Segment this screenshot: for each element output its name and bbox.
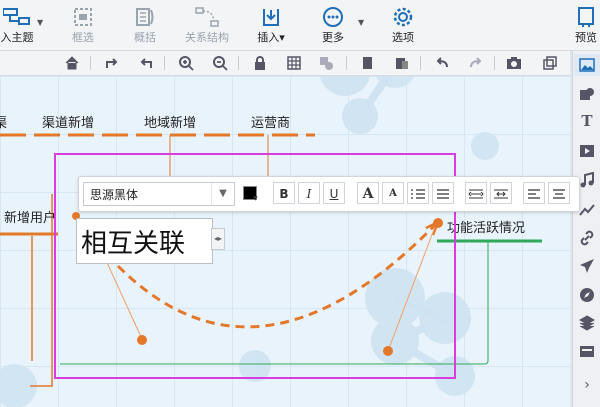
chevron-down-icon[interactable]: ▼: [37, 18, 43, 27]
divider: [90, 56, 91, 70]
more-icon: [323, 7, 343, 27]
font-family-value: 思源黑体: [90, 188, 139, 202]
letter-spacing-button[interactable]: [465, 182, 487, 204]
plane-icon[interactable]: [579, 258, 595, 274]
paste-icon[interactable]: [394, 55, 410, 71]
align-center-button[interactable]: [548, 182, 570, 204]
node-new-users[interactable]: 新增用户: [4, 207, 56, 226]
font-color-button[interactable]: ▼: [239, 182, 261, 204]
copy-icon[interactable]: [360, 55, 376, 71]
zoom-out-icon[interactable]: [212, 55, 228, 71]
preview-icon: [578, 7, 594, 27]
preview-button[interactable]: 预览: [566, 4, 600, 48]
frame-select-button[interactable]: 框选: [66, 4, 100, 48]
frame-select-icon: [74, 8, 92, 26]
font-family-select[interactable]: 思源黑体 ▼: [83, 182, 235, 206]
resize-handle[interactable]: ◂▸: [211, 228, 225, 250]
letter-spacing-icon: [468, 189, 484, 199]
undo-icon[interactable]: [434, 55, 450, 71]
divider: [238, 56, 239, 70]
node-channel-new[interactable]: 渠道新增: [42, 112, 94, 131]
align-left-icon: [528, 189, 540, 199]
label-edit-text[interactable]: 相互关联: [81, 223, 185, 260]
relation-structure-button[interactable]: 关系结构: [180, 4, 234, 48]
insert-label: 插入▾: [257, 31, 285, 44]
chevron-down-icon[interactable]: ▼: [211, 183, 234, 205]
preview-label: 预览: [575, 31, 597, 44]
storage-icon[interactable]: [579, 343, 595, 359]
grow-font-button[interactable]: A: [357, 182, 379, 204]
node-partial[interactable]: 渠: [0, 112, 7, 131]
music-icon[interactable]: [579, 172, 595, 188]
bold-button[interactable]: B: [273, 182, 295, 204]
insert-topic-label: 入主题: [0, 31, 34, 44]
compass-icon[interactable]: [579, 287, 595, 303]
node-region-new[interactable]: 地域新增: [144, 112, 196, 131]
chart-icon[interactable]: [579, 201, 595, 217]
link-icon[interactable]: [579, 230, 595, 246]
style-icon[interactable]: [318, 55, 334, 71]
numbered-list-button[interactable]: [407, 182, 429, 204]
numbered-list-icon: [411, 189, 425, 199]
divider: [494, 56, 495, 70]
home-icon[interactable]: [64, 55, 80, 71]
fullscreen-icon[interactable]: [542, 55, 558, 71]
underline-button[interactable]: U: [323, 182, 345, 204]
summary-label: 概括: [134, 31, 156, 44]
zoom-in-icon[interactable]: [178, 55, 194, 71]
divider: [346, 56, 347, 70]
relation-structure-icon: [195, 7, 219, 27]
bullet-list-button[interactable]: [432, 182, 454, 204]
insert-button[interactable]: 插入▾: [252, 4, 290, 48]
redo-icon[interactable]: [468, 55, 484, 71]
chevron-right-icon[interactable]: ›: [579, 377, 595, 393]
gear-icon: [393, 7, 413, 27]
camera-icon[interactable]: [506, 55, 522, 71]
undo-layout-icon[interactable]: [138, 55, 154, 71]
shrink-font-button[interactable]: A: [382, 182, 404, 204]
summary-button[interactable]: 概括: [128, 4, 162, 48]
main-toolbar: 入主题 ▼ 框选 概括 关系结构 插入▾ 更多 ▼ 选项 预览: [0, 0, 600, 51]
insert-topic-button[interactable]: 入主题: [0, 4, 34, 48]
right-side-panel: T ›: [572, 51, 600, 407]
node-operator[interactable]: 运营商: [251, 112, 290, 131]
video-icon[interactable]: [579, 143, 595, 159]
text-format-bar: 思源黑体 ▼ ▼ B I U A A: [78, 176, 580, 212]
secondary-toolbar: [0, 51, 570, 76]
image-icon[interactable]: [579, 57, 595, 73]
line-spacing-icon: [494, 189, 508, 199]
grid-icon[interactable]: [286, 55, 302, 71]
label-edit-box[interactable]: 相互关联: [76, 218, 213, 264]
align-center-icon: [553, 189, 565, 199]
list-icon: [437, 189, 449, 199]
options-button[interactable]: 选项: [386, 4, 420, 48]
options-label: 选项: [392, 31, 414, 44]
shape-icon[interactable]: [579, 86, 595, 102]
more-label: 更多: [322, 31, 344, 44]
line-spacing-button[interactable]: [490, 182, 512, 204]
topic-icon: [3, 8, 30, 25]
frame-select-label: 框选: [72, 31, 94, 44]
relation-structure-label: 关系结构: [185, 31, 229, 44]
node-feature-active[interactable]: 功能活跃情况: [447, 217, 525, 236]
divider: [420, 56, 421, 70]
align-left-button[interactable]: [523, 182, 545, 204]
summary-icon: [136, 8, 154, 26]
redo-layout-icon[interactable]: [104, 55, 120, 71]
chevron-down-icon: ▼: [253, 195, 258, 202]
text-icon[interactable]: T: [579, 113, 595, 129]
divider: [164, 56, 165, 70]
italic-button[interactable]: I: [298, 182, 320, 204]
more-button[interactable]: 更多: [316, 4, 350, 48]
layers-icon[interactable]: [579, 315, 595, 331]
lock-icon[interactable]: [252, 55, 268, 71]
chevron-down-icon[interactable]: ▼: [358, 18, 364, 27]
insert-icon: [263, 9, 279, 26]
